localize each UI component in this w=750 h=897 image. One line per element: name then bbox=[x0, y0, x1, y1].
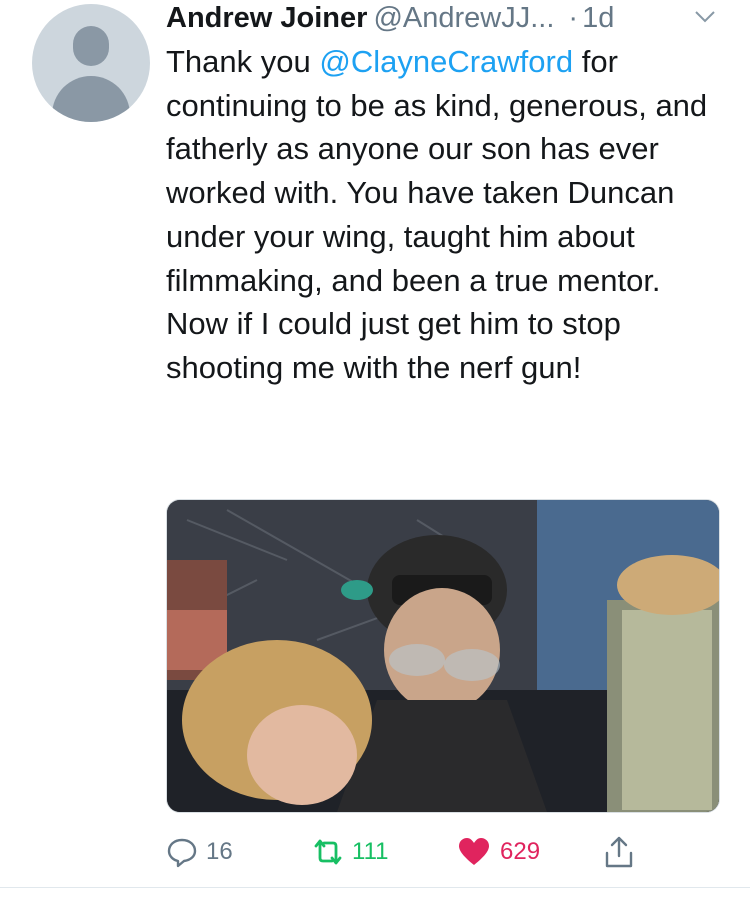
reply-count: 16 bbox=[206, 838, 233, 865]
like-count: 629 bbox=[500, 838, 541, 865]
retweet-button[interactable]: 111 bbox=[310, 830, 388, 874]
reply-bubble-icon bbox=[167, 838, 197, 868]
tweet-actions: 16 111 629 bbox=[0, 830, 750, 874]
share-icon bbox=[605, 836, 633, 868]
author-name[interactable]: Andrew Joiner bbox=[166, 2, 367, 34]
retweet-icon bbox=[314, 839, 342, 865]
author-handle[interactable]: @AndrewJJ... bbox=[373, 2, 554, 34]
tweet-timestamp[interactable]: 1d bbox=[582, 2, 614, 34]
retweet-count: 111 bbox=[352, 838, 389, 865]
chevron-down-icon[interactable] bbox=[694, 10, 716, 24]
author-avatar[interactable] bbox=[32, 4, 150, 122]
tweet-text-start: Thank you bbox=[166, 44, 320, 79]
reply-button[interactable]: 16 bbox=[166, 830, 233, 874]
avatar-body-shape bbox=[52, 76, 130, 122]
mention-link[interactable]: @ClayneCrawford bbox=[319, 44, 573, 79]
time-separator: · bbox=[568, 2, 579, 34]
photo-film-set bbox=[167, 500, 719, 812]
tweet-header: Andrew Joiner @AndrewJJ... · 1d bbox=[166, 0, 726, 36]
tweet-text-rest: for continuing to be as kind, generous, … bbox=[166, 44, 708, 385]
avatar-head-shape bbox=[73, 26, 109, 66]
tweet-photo[interactable] bbox=[166, 499, 720, 813]
share-button[interactable] bbox=[604, 830, 634, 874]
tweet-text: Thank you @ClayneCrawford for continuing… bbox=[166, 40, 726, 390]
heart-icon bbox=[459, 838, 489, 865]
like-button[interactable]: 629 bbox=[458, 830, 540, 874]
tweet-divider bbox=[0, 887, 750, 888]
